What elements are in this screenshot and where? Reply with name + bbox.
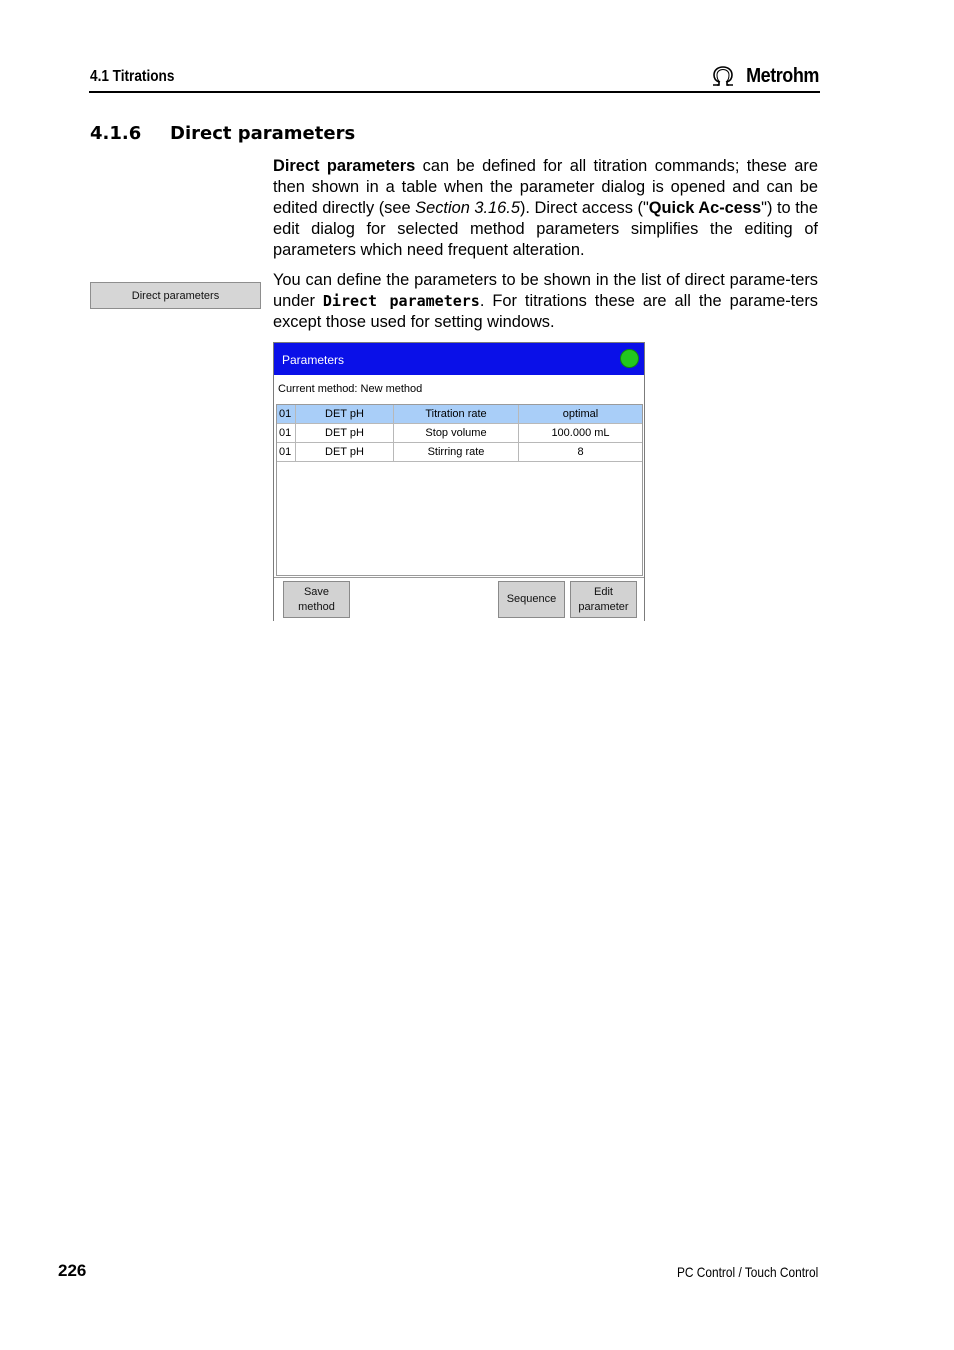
parameter-table: 01 DET pH Titration rate optimal 01 DET … <box>276 404 643 576</box>
cell-command: DET pH <box>296 405 394 423</box>
edit-line2: parameter <box>578 600 629 613</box>
table-row[interactable]: 01 DET pH Stirring rate 8 <box>277 443 642 462</box>
term-direct-parameters: Direct parameters <box>273 157 416 175</box>
header-rule <box>89 91 820 93</box>
save-method-button[interactable]: Save method <box>283 581 350 618</box>
paragraph-intro: Direct parameters can be defined for all… <box>273 156 818 261</box>
section-title: Direct parameters <box>170 123 356 144</box>
cell-id: 01 <box>277 424 296 442</box>
edit-line1: Edit <box>594 585 613 598</box>
footer-product: PC Control / Touch Control <box>676 1264 818 1280</box>
cell-command: DET pH <box>296 443 394 461</box>
running-header-section: 4.1 Titrations <box>90 68 175 85</box>
direct-parameters-button[interactable]: Direct parameters <box>90 282 261 309</box>
current-method-label: Current method: New method <box>278 383 423 395</box>
dialog-title-bar: Parameters <box>274 343 644 375</box>
cell-id: 01 <box>277 405 296 423</box>
status-indicator-icon <box>620 349 639 368</box>
edit-parameter-button[interactable]: Edit parameter <box>570 581 637 618</box>
page-number: 226 <box>58 1261 87 1280</box>
cell-command: DET pH <box>296 424 394 442</box>
save-line1: Save <box>303 585 330 598</box>
section-reference: Section 3.16.5 <box>415 199 520 217</box>
cell-parameter: Titration rate <box>394 405 519 423</box>
paragraph-definition: You can define the parameters to be show… <box>273 270 818 333</box>
term-quick-access: Quick Ac-cess <box>648 199 762 217</box>
save-line2: method <box>298 600 335 613</box>
cell-value: 8 <box>577 446 584 458</box>
brand-name: Metrohm <box>746 64 819 87</box>
dialog-title: Parameters <box>282 353 345 367</box>
text-run: ). Direct access (" <box>519 199 649 217</box>
cell-parameter: Stop volume <box>394 424 519 442</box>
cell-parameter: Stirring rate <box>394 443 519 461</box>
metrohm-omega-logo-icon <box>713 66 734 86</box>
section-heading: 4.1.6 Direct parameters <box>90 123 355 144</box>
parameters-dialog: Parameters Current method: New method 01… <box>273 342 645 621</box>
table-row[interactable]: 01 DET pH Stop volume 100.000 mL <box>277 424 642 443</box>
section-number: 4.1.6 <box>90 123 142 144</box>
table-row[interactable]: 01 DET pH Titration rate optimal <box>277 405 642 424</box>
cell-value: 100.000 mL <box>551 427 610 439</box>
cell-value: optimal <box>562 408 599 420</box>
sequence-button[interactable]: Sequence <box>498 581 565 618</box>
dialog-button-bar: Save method Sequence Edit parameter <box>274 577 644 621</box>
code-direct-parameters: Direct parameters <box>322 292 480 310</box>
cell-id: 01 <box>277 443 296 461</box>
metrohm-logo: Metrohm <box>711 64 819 88</box>
